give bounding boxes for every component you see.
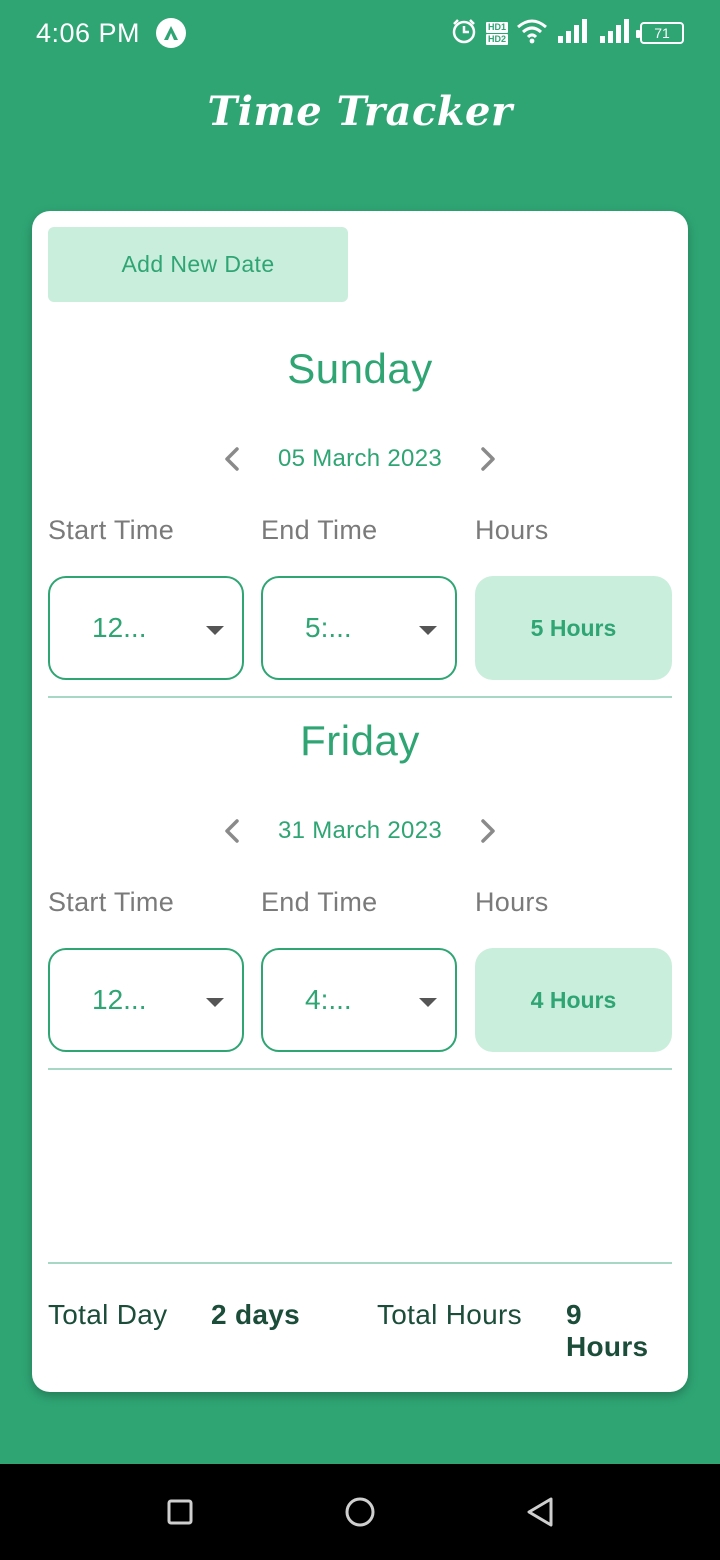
caret-down-icon (419, 998, 437, 1007)
start-time-dropdown[interactable]: 12... (48, 576, 244, 680)
hours-value-box: 4 Hours (475, 948, 672, 1052)
total-day-label: Total Day (48, 1299, 168, 1330)
alarm-icon (450, 17, 478, 50)
hd1-label: HD1 (485, 21, 508, 33)
add-new-date-button[interactable]: Add New Date (48, 227, 348, 302)
end-time-value: 4:... (305, 984, 352, 1015)
caret-down-icon (419, 626, 437, 635)
day-entry: Sunday 05 March 2023 Start Time End Time… (48, 345, 672, 705)
chevron-left-icon[interactable] (214, 813, 250, 849)
chevron-right-icon[interactable] (470, 813, 506, 849)
divider (48, 696, 672, 698)
signal-icon-2 (598, 18, 632, 49)
date-navigator: 05 March 2023 (48, 441, 672, 477)
hours-label: Hours (475, 515, 549, 545)
totals-row: Total Day 2 days Total Hours 9 Hours (48, 1291, 672, 1362)
time-labels: Start Time End Time Hours (48, 887, 672, 923)
total-hours-label: Total Hours (377, 1299, 522, 1330)
end-time-value: 5:... (305, 612, 352, 643)
tracker-card: Add New Date Sunday 05 March 2023 Start … (32, 211, 688, 1392)
hd2-label: HD2 (485, 33, 508, 45)
hours-label: Hours (475, 887, 549, 917)
start-time-label: Start Time (48, 515, 175, 545)
date-text[interactable]: 31 March 2023 (278, 817, 442, 845)
battery-level: 71 (654, 25, 670, 41)
battery-icon: 71 (636, 22, 684, 44)
start-time-value: 12... (92, 612, 147, 643)
hd-indicator: HD1 HD2 (485, 21, 508, 45)
app-notification-icon (156, 18, 187, 48)
date-text[interactable]: 05 March 2023 (278, 445, 442, 473)
date-navigator: 31 March 2023 (48, 813, 672, 849)
start-time-value: 12... (92, 984, 147, 1015)
totals-divider (48, 1262, 672, 1264)
signal-icon (556, 18, 590, 49)
start-time-dropdown[interactable]: 12... (48, 948, 244, 1052)
divider (48, 1068, 672, 1070)
circle-icon[interactable] (342, 1494, 378, 1530)
chevron-right-icon[interactable] (470, 441, 506, 477)
status-time: 4:06 PM (36, 17, 141, 48)
start-time-label: Start Time (48, 887, 175, 917)
day-name: Friday (300, 717, 420, 764)
day-name: Sunday (287, 345, 433, 392)
end-time-dropdown[interactable]: 4:... (261, 948, 457, 1052)
triangle-back-icon[interactable] (522, 1494, 558, 1530)
caret-down-icon (206, 626, 224, 635)
day-entry: Friday 31 March 2023 Start Time End Time… (48, 717, 672, 1077)
end-time-label: End Time (261, 515, 378, 545)
square-icon[interactable] (162, 1494, 198, 1530)
caret-down-icon (206, 998, 224, 1007)
end-time-dropdown[interactable]: 5:... (261, 576, 457, 680)
system-nav-bar (0, 1464, 720, 1560)
app-title: Time Tracker (207, 88, 513, 135)
chevron-left-icon[interactable] (214, 441, 250, 477)
hours-value-box: 5 Hours (475, 576, 672, 680)
status-bar: 4:06 PM HD1 HD2 71 (0, 0, 720, 66)
total-hours-value: 9 Hours (566, 1299, 649, 1362)
wifi-icon (516, 18, 548, 49)
total-day-value: 2 days (211, 1299, 300, 1330)
end-time-label: End Time (261, 887, 378, 917)
time-labels: Start Time End Time Hours (48, 515, 672, 551)
